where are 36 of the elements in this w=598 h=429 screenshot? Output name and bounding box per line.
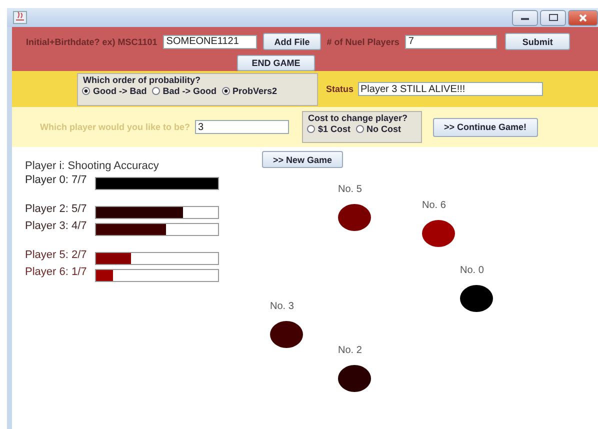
- player-accuracy-label: Player 0: 7/7: [25, 173, 88, 188]
- radio-option[interactable]: Good -> Bad: [82, 86, 147, 96]
- end-game-button[interactable]: END GAME: [236, 55, 316, 71]
- new-game-button[interactable]: >> New Game: [262, 151, 344, 168]
- continue-game-button[interactable]: >> Continue Game!: [433, 118, 538, 136]
- radio-option[interactable]: $1 Cost: [307, 124, 351, 134]
- submit-button[interactable]: Submit: [505, 33, 570, 50]
- status-field[interactable]: Player 3 STILL ALIVE!!!: [358, 82, 543, 96]
- close-icon: [579, 14, 587, 22]
- add-file-button[interactable]: Add File: [263, 33, 321, 50]
- radio-option[interactable]: Bad -> Good: [152, 86, 216, 96]
- player-choice-field[interactable]: 3: [195, 120, 290, 134]
- players-field[interactable]: 7: [405, 34, 498, 48]
- player-accuracy-label: Player 5: 2/7: [25, 248, 88, 263]
- player-accuracy-label: Player 2: 5/7: [25, 202, 88, 217]
- radio-option[interactable]: ProbVers2: [222, 86, 278, 96]
- status-label: Status: [326, 84, 354, 94]
- player-number-label: No. 0: [460, 265, 484, 276]
- group-title: Which order of probability?: [83, 74, 200, 84]
- maximize-button[interactable]: [540, 10, 566, 26]
- maximize-icon: [548, 14, 558, 21]
- id-label: Initial+Birthdate? ex) MSC1101: [26, 36, 158, 46]
- player-number-label: No. 2: [338, 345, 362, 356]
- player-accuracy-label: Player 6: 1/7: [25, 265, 88, 280]
- player-number-label: No. 6: [422, 200, 446, 211]
- close-button[interactable]: [568, 10, 598, 26]
- player-number-label: No. 3: [270, 301, 294, 312]
- players-label: # of Nuel Players: [326, 36, 400, 46]
- radio-option[interactable]: No Cost: [356, 124, 402, 134]
- player-choice-label: Which player would you like to be?: [40, 122, 190, 132]
- id-field[interactable]: SOMEONE1121: [163, 34, 258, 48]
- minimize-button[interactable]: [512, 10, 538, 26]
- player-accuracy-label: Player 3: 4/7: [25, 219, 88, 234]
- app-icon: [13, 11, 27, 24]
- group-title: Cost to change player?: [308, 113, 408, 123]
- player-number-label: No. 5: [338, 184, 362, 195]
